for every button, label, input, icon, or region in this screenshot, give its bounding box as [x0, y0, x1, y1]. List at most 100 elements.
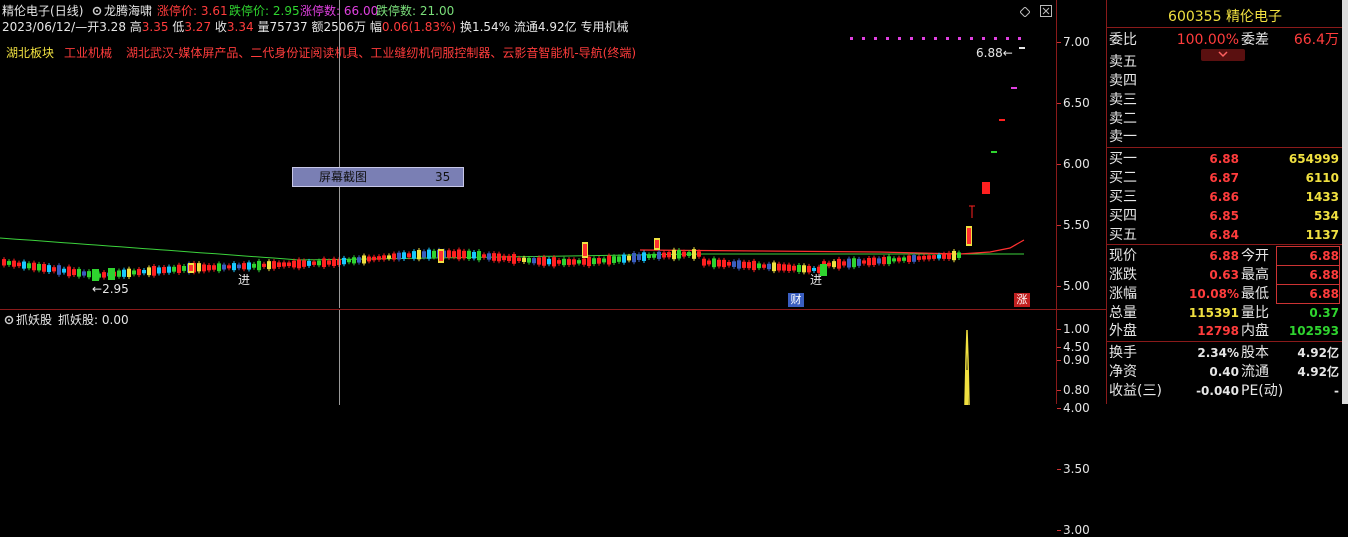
stat-label: 现价 — [1109, 248, 1137, 264]
stat-label: 外盘 — [1109, 323, 1137, 339]
rally-candle — [982, 182, 990, 194]
buy-signal-2: 进 — [810, 273, 823, 287]
candle-highlight-body — [583, 244, 587, 256]
signal-dot — [898, 37, 901, 40]
price-axis-label: 4.00 — [1063, 401, 1090, 415]
sub-indicator-title[interactable]: 抓妖股 — [16, 313, 52, 327]
candle-highlight-body — [439, 251, 443, 261]
quote-title: 600355 精伦电子 — [1107, 6, 1343, 26]
signal-dot — [886, 37, 889, 40]
buy-price: 6.84 — [1209, 228, 1239, 242]
screenshot-overlay-box[interactable]: 屏幕截图 35 — [292, 167, 464, 187]
extra-value: 2.34% — [1197, 346, 1239, 360]
price-axis-tick — [1057, 469, 1061, 470]
rally-candle — [991, 151, 997, 153]
price-axis-tick — [1057, 286, 1061, 287]
buy-volume: 1137 — [1305, 228, 1339, 242]
price-axis-tick — [1057, 530, 1061, 531]
weicha-value: 66.4万 — [1293, 32, 1339, 48]
signal-dot — [1006, 37, 1009, 40]
signal-dot — [982, 37, 985, 40]
sub-axis-tick — [1057, 359, 1061, 361]
kline-canvas[interactable] — [0, 0, 1056, 308]
rally-candle — [1011, 87, 1017, 89]
signal-dot — [922, 37, 925, 40]
sub-line-value: 0.00 — [101, 313, 129, 327]
buy-row: 买四 6.85 534 — [1107, 207, 1343, 225]
stat-row: 现价 6.88 今开 6.88 — [1107, 246, 1343, 266]
sub-axis-label: 0.80 — [1063, 383, 1090, 397]
axis-divider — [1057, 309, 1107, 310]
buy-volume: 6110 — [1305, 171, 1339, 185]
stat-label: 总量 — [1109, 305, 1137, 321]
buy-volume: 654999 — [1288, 152, 1339, 166]
price-axis-label: 3.00 — [1063, 523, 1090, 537]
buy-label: 买一 — [1109, 151, 1137, 167]
stat-value: 6.88 — [1276, 246, 1340, 266]
sub-settings-gear-icon[interactable] — [4, 314, 14, 325]
low-price-marker: ←2.95 — [92, 282, 129, 296]
signal-dot — [934, 37, 937, 40]
kline-chart-panel[interactable]: 精伦电子(日线) 龙腾海啸 涨停价: 3.61 跌停价: 2.95 涨停数: 6… — [0, 0, 1056, 308]
price-axis-tick — [1057, 347, 1061, 348]
extra-value: -0.040 — [1196, 384, 1239, 398]
price-axis-label: 5.00 — [1063, 279, 1090, 293]
stock-code: 600355 — [1168, 9, 1222, 25]
buy-label: 买二 — [1109, 170, 1137, 186]
buy-label: 买四 — [1109, 208, 1137, 224]
stat-value: 0.37 — [1309, 306, 1339, 320]
sub-indicator-panel[interactable]: 抓妖股 抓妖股: 0.00 — [0, 309, 1056, 405]
signal-dot — [862, 37, 865, 40]
extra-label: 净资 — [1109, 364, 1137, 380]
buy-signal-1: 进 — [238, 273, 251, 287]
stat-label: 量比 — [1241, 305, 1269, 321]
stat-value: 12798 — [1197, 324, 1239, 338]
vertical-scrollbar[interactable] — [1342, 0, 1348, 404]
rally-candle — [999, 119, 1005, 121]
buy-volume: 534 — [1313, 209, 1339, 223]
buy-price: 6.86 — [1209, 190, 1239, 204]
weibi-label: 委比 — [1109, 32, 1137, 48]
signal-dot — [994, 37, 997, 40]
stat-value: 10.08% — [1189, 287, 1239, 301]
weibi-value: 100.00% — [1176, 32, 1239, 48]
crosshair-line — [339, 0, 340, 308]
finance-badge[interactable]: 财 — [788, 293, 804, 307]
buy-price: 6.87 — [1209, 171, 1239, 185]
sell-label: 卖一 — [1109, 129, 1137, 145]
price-axis-tick — [1057, 103, 1061, 104]
sell-row: 卖四 — [1107, 72, 1343, 90]
stat-row: 涨幅 10.08% 最低 6.88 — [1107, 284, 1343, 304]
sell-label: 卖二 — [1109, 111, 1137, 127]
limit-up-badge[interactable]: 涨 — [1014, 293, 1030, 307]
high-price-marker: 6.88← — [976, 46, 1013, 60]
signal-dot — [850, 37, 853, 40]
stat-value: 102593 — [1288, 324, 1339, 338]
rally-candle — [1019, 47, 1025, 49]
stat-value: 6.88 — [1276, 265, 1340, 285]
stat-label: 涨跌 — [1109, 267, 1137, 283]
price-axis-label: 6.50 — [1063, 96, 1090, 110]
extra-value: - — [1334, 384, 1339, 398]
buy-label: 买五 — [1109, 227, 1137, 243]
low-candle — [92, 269, 99, 281]
buy-row: 买一 6.88 654999 — [1107, 150, 1343, 168]
sell-row: 卖五 — [1107, 53, 1343, 71]
stat-row: 外盘 12798 内盘 102593 — [1107, 322, 1343, 340]
candle-highlight-body — [967, 228, 971, 244]
price-axis-label: 3.50 — [1063, 462, 1090, 476]
low-price-value: 2.95 — [102, 282, 129, 296]
buy-label: 买三 — [1109, 189, 1137, 205]
high-price-value: 6.88 — [976, 46, 1003, 60]
extra-value: 0.40 — [1209, 365, 1239, 379]
quote-panel: 600355 精伦电子 委比 100.00% 委差 66.4万 卖五 卖四 卖三 卖二… — [1106, 0, 1343, 404]
buy-volume: 1433 — [1305, 190, 1339, 204]
stat-label: 最高 — [1241, 267, 1269, 283]
signal-dot — [946, 37, 949, 40]
stat-value: 115391 — [1188, 306, 1239, 320]
stat-label: 最低 — [1241, 286, 1269, 302]
sub-axis-label: 0.90 — [1063, 352, 1090, 367]
weicha-label: 委差 — [1241, 32, 1269, 48]
extra-value: 4.92亿 — [1297, 346, 1339, 360]
signal-dot — [958, 37, 961, 40]
